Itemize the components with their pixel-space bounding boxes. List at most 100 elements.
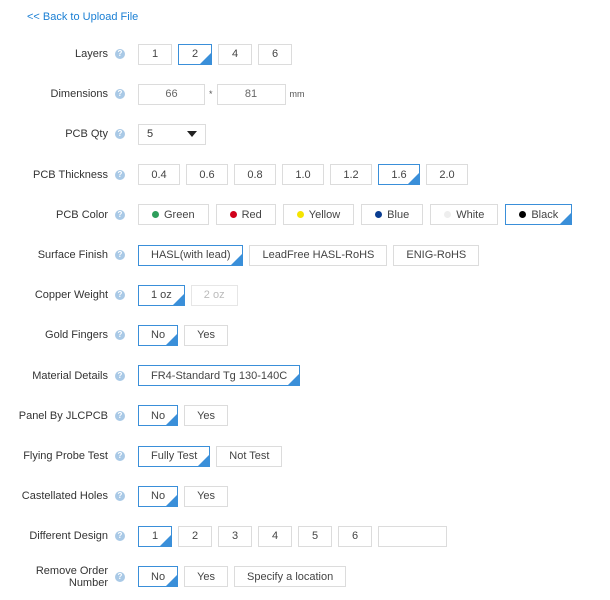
different-design-option[interactable]: 3 bbox=[218, 525, 252, 547]
color-dot-icon bbox=[519, 211, 527, 219]
pcb-thickness-options: 0.4 0.6 0.8 1.0 1.2 1.6 2.0 bbox=[138, 164, 468, 186]
panel-by-jlcpcb-option[interactable]: No bbox=[138, 405, 179, 427]
material-details-label: Material Details bbox=[32, 369, 108, 382]
pcb-qty-select[interactable]: 5 bbox=[138, 123, 206, 145]
height-input[interactable] bbox=[216, 83, 286, 105]
flying-probe-test-option[interactable]: Fully Test bbox=[138, 445, 211, 467]
help-icon[interactable]: ? bbox=[115, 49, 125, 59]
color-option-black[interactable]: Black bbox=[505, 204, 573, 226]
help-icon[interactable]: ? bbox=[115, 571, 125, 582]
color-dot-icon bbox=[296, 211, 304, 219]
pcb-thickness-option[interactable]: 1.6 bbox=[378, 164, 420, 186]
different-design-option[interactable]: 5 bbox=[298, 525, 332, 547]
help-icon[interactable]: ? bbox=[115, 89, 125, 100]
pcb-thickness-option[interactable]: 0.6 bbox=[186, 164, 228, 186]
pcb-color-option-label: Yellow bbox=[308, 208, 341, 221]
color-dot-icon bbox=[152, 211, 159, 219]
layers-option[interactable]: 2 bbox=[178, 43, 212, 65]
help-icon[interactable]: ? bbox=[115, 169, 125, 180]
different-design-label: Different Design bbox=[29, 530, 108, 543]
different-design-options: 123456 bbox=[138, 525, 447, 547]
pcb-color-label: PCB Color bbox=[56, 208, 108, 221]
material-details-option[interactable]: FR4-Standard Tg 130-140C bbox=[138, 365, 301, 387]
flying-probe-test-option[interactable]: Not Test bbox=[216, 445, 283, 467]
layers-option[interactable]: 4 bbox=[218, 43, 252, 65]
castellated-holes-option[interactable]: Yes bbox=[184, 485, 229, 507]
copper-weight-options: 1 oz 2 oz bbox=[138, 284, 238, 306]
row-surface-finish: Surface Finish? HASL(with lead) LeadFree H… bbox=[0, 244, 480, 266]
help-icon[interactable]: ? bbox=[115, 451, 125, 461]
help-icon[interactable]: ? bbox=[115, 410, 125, 421]
row-flying-probe-test: Flying Probe Test? Fully Test Not Test bbox=[0, 445, 283, 467]
color-option-red[interactable]: Red bbox=[215, 204, 276, 226]
help-icon[interactable]: ? bbox=[115, 531, 125, 542]
help-icon[interactable]: ? bbox=[115, 129, 125, 140]
help-icon[interactable]: ? bbox=[115, 330, 125, 341]
pcb-thickness-option[interactable]: 0.4 bbox=[138, 164, 180, 186]
row-pcb-qty: PCB Qty? 5 bbox=[0, 123, 206, 145]
pcb-color-option-label: Blue bbox=[387, 208, 410, 221]
help-icon[interactable]: ? bbox=[115, 250, 125, 260]
pcb-thickness-option[interactable]: 1.2 bbox=[330, 164, 372, 186]
help-icon[interactable]: ? bbox=[115, 209, 125, 220]
width-input[interactable] bbox=[138, 83, 205, 105]
remove-order-number-option[interactable]: Specify a location bbox=[234, 566, 347, 588]
different-design-option[interactable]: 1 bbox=[138, 525, 172, 547]
pcb-color-option-label: Black bbox=[531, 208, 559, 221]
layers-option[interactable]: 1 bbox=[138, 43, 172, 65]
row-layers: Layers? 1 2 4 6 bbox=[0, 43, 292, 65]
color-option-green[interactable]: Green bbox=[138, 204, 209, 226]
surface-finish-option[interactable]: ENIG-RoHS bbox=[393, 244, 480, 266]
remove-order-number-options: No Yes Specify a location bbox=[138, 566, 347, 588]
custom-design-count-input[interactable] bbox=[378, 525, 447, 547]
row-gold-fingers: Gold Fingers? No Yes bbox=[0, 324, 229, 346]
pcb-thickness-option[interactable]: 0.8 bbox=[234, 164, 276, 186]
castellated-holes-option[interactable]: No bbox=[138, 485, 179, 507]
color-option-blue[interactable]: Blue bbox=[361, 204, 424, 226]
pcb-thickness-option[interactable]: 2.0 bbox=[426, 164, 468, 186]
help-icon[interactable]: ? bbox=[115, 370, 125, 381]
row-panel-by-jlcpcb: Panel By JLCPCB? No Yes bbox=[0, 405, 229, 427]
pcb-thickness-label: PCB Thickness bbox=[33, 168, 108, 181]
gold-fingers-label: Gold Fingers bbox=[45, 329, 108, 342]
surface-finish-options: HASL(with lead) LeadFree HASL-RoHS ENIG-Ro… bbox=[138, 244, 480, 266]
row-different-design: Different Design? 1 2 3 4 5 6 bbox=[0, 525, 447, 547]
copper-weight-option[interactable]: 1 oz bbox=[138, 284, 185, 306]
help-icon[interactable]: ? bbox=[115, 290, 125, 301]
copper-weight-label: Copper Weight bbox=[34, 289, 108, 302]
copper-weight-option[interactable]: 2 oz bbox=[190, 284, 238, 306]
color-dot-icon bbox=[229, 211, 237, 219]
pcb-thickness-option[interactable]: 1.0 bbox=[282, 164, 324, 186]
pcb-color-option-label: White bbox=[456, 208, 485, 221]
row-pcb-color: PCB Color? Green Red Yellow Blue White Black bbox=[0, 204, 573, 226]
flying-probe-test-options: Fully Test Not Test bbox=[138, 445, 283, 467]
row-remove-order-number: Remove Order Number? No Yes Specify a locat… bbox=[0, 565, 347, 589]
dimensions-options: * mm bbox=[138, 83, 305, 105]
layers-option[interactable]: 6 bbox=[258, 43, 292, 65]
gold-fingers-options: No Yes bbox=[138, 324, 229, 346]
row-material-details: Material Details? FR4-Standard Tg 130-140… bbox=[0, 365, 301, 387]
row-dimensions: Dimensions? * mm bbox=[0, 83, 305, 105]
pcb-color-option-label: Red bbox=[241, 208, 262, 221]
different-design-option[interactable]: 6 bbox=[338, 525, 372, 547]
surface-finish-option[interactable]: HASL(with lead) bbox=[138, 244, 244, 266]
surface-finish-option[interactable]: LeadFree HASL-RoHS bbox=[249, 244, 388, 266]
remove-order-number-option[interactable]: No bbox=[138, 566, 179, 588]
gold-fingers-option[interactable]: Yes bbox=[184, 324, 229, 346]
gold-fingers-option[interactable]: No bbox=[138, 324, 179, 346]
different-design-option[interactable]: 2 bbox=[178, 525, 212, 547]
color-option-yellow[interactable]: Yellow bbox=[282, 204, 355, 226]
remove-order-number-option[interactable]: Yes bbox=[184, 566, 229, 588]
row-copper-weight: Copper Weight? 1 oz 2 oz bbox=[0, 284, 238, 306]
different-design-option[interactable]: 4 bbox=[258, 525, 292, 547]
pcb-qty-value: 5 bbox=[147, 128, 154, 141]
back-to-upload-link[interactable]: << Back to Upload File bbox=[27, 11, 138, 23]
material-details-options: FR4-Standard Tg 130-140C bbox=[138, 365, 301, 387]
layers-options: 1246 bbox=[138, 43, 292, 65]
layers-label: Layers bbox=[74, 48, 108, 60]
row-pcb-thickness: PCB Thickness? 0.4 0.6 0.8 1.0 1.2 1.6 2.0 bbox=[0, 164, 468, 186]
flying-probe-test-label: Flying Probe Test bbox=[23, 450, 108, 462]
help-icon[interactable]: ? bbox=[115, 491, 125, 502]
panel-by-jlcpcb-option[interactable]: Yes bbox=[184, 405, 229, 427]
color-option-white[interactable]: White bbox=[430, 204, 499, 226]
